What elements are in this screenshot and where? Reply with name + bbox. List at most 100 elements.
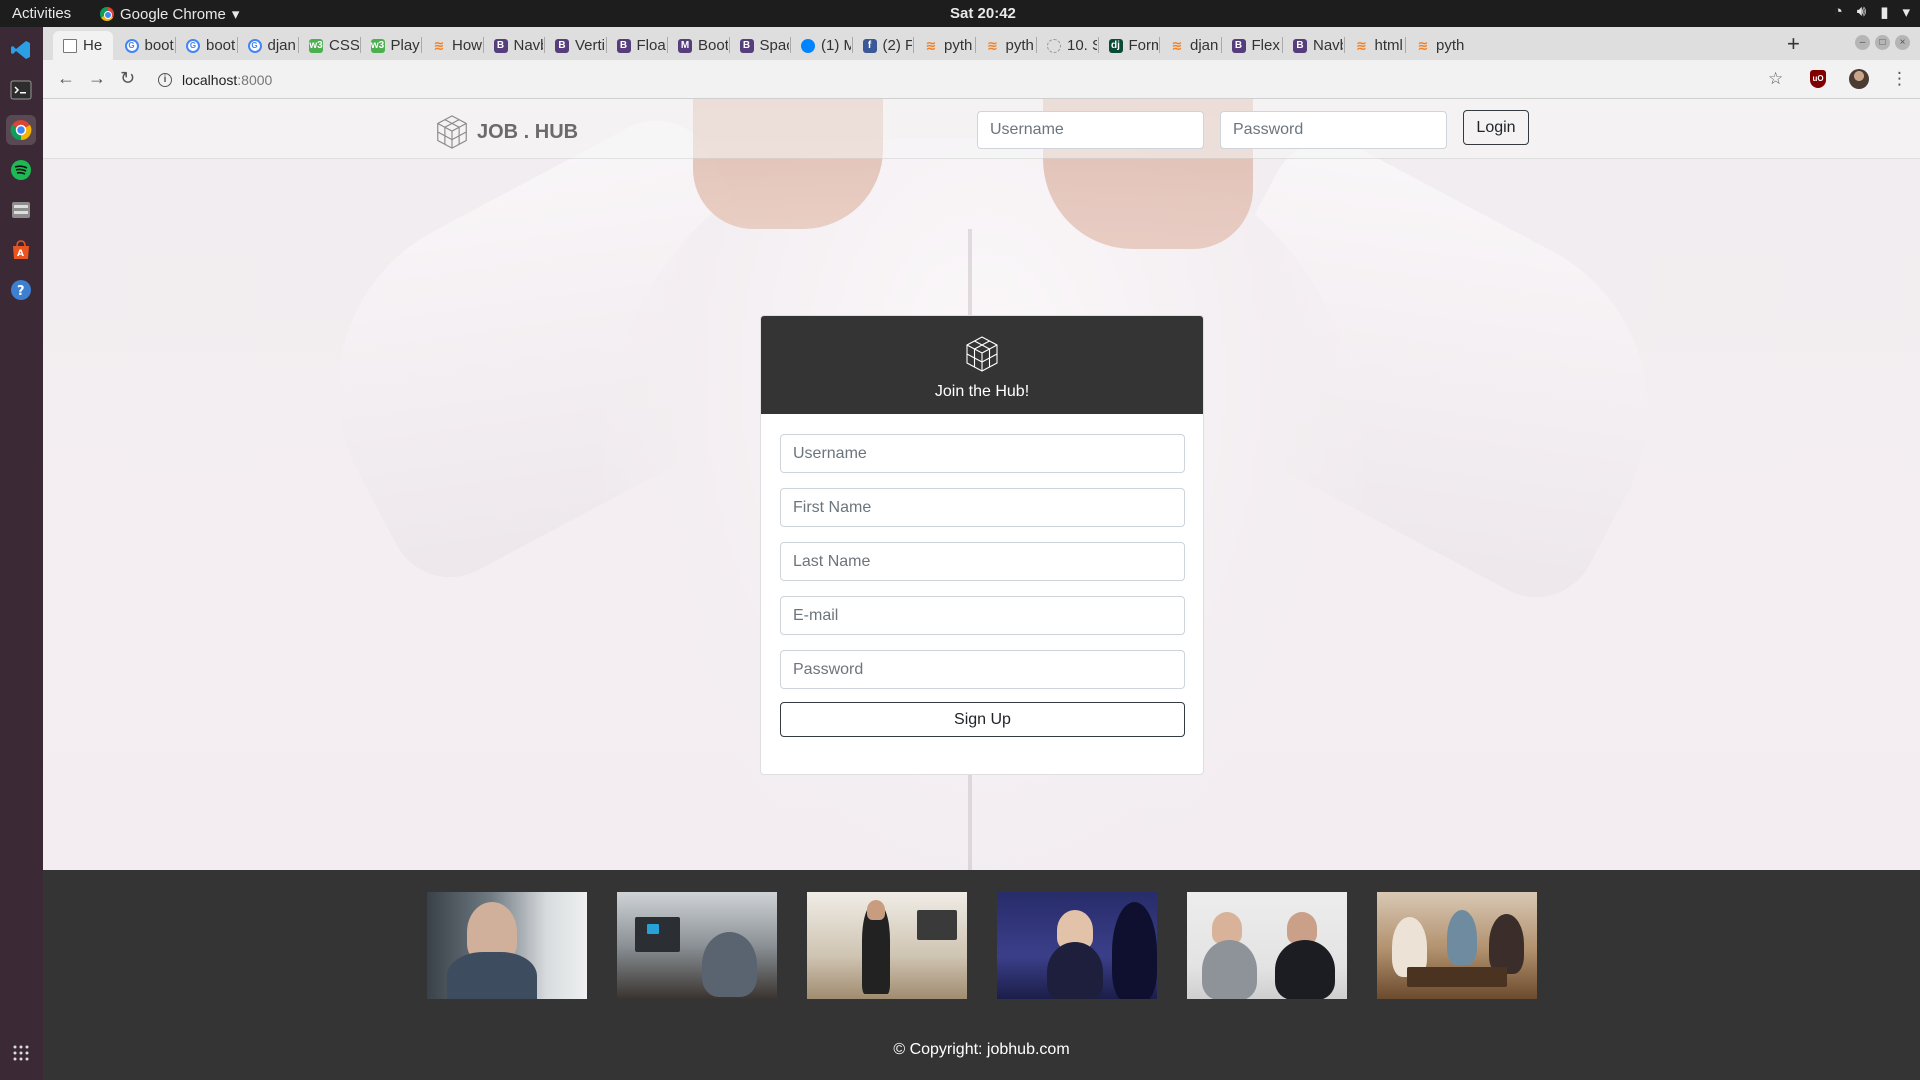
- spotify-launcher[interactable]: [6, 155, 36, 185]
- browser-tab[interactable]: f (2) Fa: [853, 31, 913, 60]
- back-arrow-icon[interactable]: ←: [57, 68, 75, 89]
- tab-label: (1) M: [821, 37, 851, 54]
- url-text[interactable]: localhost:8000: [182, 72, 272, 88]
- tab-label: Form: [1128, 37, 1159, 54]
- browser-tab[interactable]: w3 Playi: [361, 31, 420, 60]
- site-footer: © Copyright: jobhub.com: [43, 870, 1920, 1080]
- software-store-launcher[interactable]: A: [6, 235, 36, 265]
- info-icon[interactable]: i: [158, 72, 172, 87]
- bootstrap-favicon-icon: B: [555, 38, 569, 53]
- browser-tab[interactable]: Gdjan: [238, 31, 298, 60]
- app-dock: A ?: [0, 27, 43, 1080]
- tab-separator: [1343, 37, 1345, 53]
- grid-icon: [13, 1045, 29, 1061]
- browser-tab[interactable]: ≋ How: [422, 31, 482, 60]
- reload-icon[interactable]: ↻: [120, 68, 135, 89]
- tab-label: Verti: [575, 37, 605, 54]
- browser-tab[interactable]: w3 CSS v: [299, 31, 359, 60]
- footer-copyright: © Copyright: jobhub.com: [893, 1041, 1070, 1058]
- tab-label: Flex: [1251, 37, 1280, 54]
- stackoverflow-favicon-icon: ≋: [925, 37, 937, 53]
- django-favicon-icon: dj: [1108, 38, 1123, 53]
- activities-button[interactable]: Activities: [12, 5, 71, 22]
- signup-password-input[interactable]: [780, 650, 1185, 689]
- browser-tab[interactable]: B Spac: [730, 31, 789, 60]
- footer-photo-office-desks: [617, 892, 777, 999]
- nav-password-input[interactable]: [1220, 111, 1447, 149]
- browser-tab[interactable]: M Boot: [668, 31, 728, 60]
- browser-tab[interactable]: Gboot: [115, 31, 175, 60]
- tab-separator: [913, 37, 914, 53]
- tab-separator: [851, 37, 853, 53]
- signup-first-name-input[interactable]: [780, 488, 1185, 527]
- login-button[interactable]: Login: [1463, 110, 1529, 145]
- more-menu-icon[interactable]: ⋮: [1891, 69, 1908, 89]
- forward-arrow-icon[interactable]: →: [88, 68, 106, 89]
- minimize-button[interactable]: –: [1855, 35, 1870, 50]
- terminal-launcher[interactable]: [6, 75, 36, 105]
- signup-button[interactable]: Sign Up: [780, 702, 1185, 737]
- signup-email-input[interactable]: [780, 596, 1185, 635]
- doc-favicon-icon: [63, 38, 77, 53]
- bookmark-star-icon[interactable]: ☆: [1768, 69, 1783, 89]
- tab-separator: [1220, 37, 1222, 53]
- brand-link[interactable]: JOB . HUB: [433, 113, 578, 151]
- browser-tab[interactable]: ≋ pyth: [1406, 31, 1466, 60]
- tab-label: (2) Fa: [882, 37, 913, 54]
- vscode-launcher[interactable]: [6, 35, 36, 65]
- brand-name: JOB . HUB: [477, 120, 579, 143]
- nav-username-input[interactable]: [977, 111, 1204, 149]
- browser-tab[interactable]: 10. S: [1037, 31, 1097, 60]
- browser-tab[interactable]: B Float: [607, 31, 666, 60]
- tab-label: boot: [144, 37, 174, 54]
- browser-tab[interactable]: B Flex: [1222, 31, 1282, 60]
- tab-separator: [790, 37, 791, 53]
- battery-icon: ▮: [1880, 4, 1889, 21]
- new-tab-button[interactable]: +: [1787, 31, 1800, 57]
- footer-photo-meeting: [997, 892, 1157, 999]
- tab-active[interactable]: He×: [53, 31, 113, 60]
- browser-tab[interactable]: B Navb: [1283, 31, 1343, 60]
- browser-tab[interactable]: dj Form: [1099, 31, 1159, 60]
- system-tray[interactable]: ◔ 🔊︎ ▮ ▾: [1834, 3, 1910, 21]
- chrome-launcher[interactable]: [6, 115, 36, 145]
- blank-favicon-icon: [1047, 38, 1061, 53]
- signup-username-input[interactable]: [780, 434, 1185, 473]
- app-menu[interactable]: Google Chrome ▾: [100, 5, 239, 23]
- vscode-icon: [11, 41, 30, 59]
- system-clock[interactable]: Sat 20:42: [950, 5, 1016, 22]
- cube-logo-icon: [437, 115, 467, 149]
- site-navbar: JOB . HUB Login: [43, 99, 1920, 159]
- maximize-button[interactable]: □: [1875, 35, 1890, 50]
- svg-text:A: A: [17, 249, 24, 259]
- bootstrap-favicon-icon: B: [1231, 38, 1246, 53]
- profile-avatar[interactable]: [1849, 69, 1869, 89]
- system-top-bar: Activities Google Chrome ▾ Sat 20:42 ◔ 🔊…: [0, 0, 1920, 27]
- address-bar[interactable]: i localhost:8000: [158, 64, 1798, 95]
- tab-separator: [1282, 37, 1283, 53]
- tab-label: djan: [267, 37, 296, 54]
- browser-tab[interactable]: B Navb: [484, 31, 543, 60]
- browser-tab[interactable]: B Verti: [545, 31, 605, 60]
- tab-separator: [236, 37, 238, 53]
- tab-separator: [359, 37, 361, 53]
- browser-tab[interactable]: ≋ html: [1345, 31, 1405, 60]
- tab-label: pyth: [944, 37, 973, 54]
- files-launcher[interactable]: [6, 195, 36, 225]
- show-applications-button[interactable]: [6, 1038, 36, 1068]
- file-cabinet-icon: [12, 202, 30, 218]
- browser-tab[interactable]: Gboot: [176, 31, 236, 60]
- browser-tab[interactable]: (1) M: [791, 31, 851, 60]
- browser-tab[interactable]: ≋ pyth: [976, 31, 1036, 60]
- tab-separator: [605, 37, 607, 53]
- help-launcher[interactable]: ?: [6, 275, 36, 305]
- mdb-favicon-icon: M: [678, 38, 692, 53]
- browser-tab[interactable]: ≋ pyth: [914, 31, 974, 60]
- tab-label: html: [1374, 37, 1403, 54]
- signup-last-name-input[interactable]: [780, 542, 1185, 581]
- tab-strip: He×GbootGbootGdjanw3CSS vw3Playi≋HowBNav…: [43, 27, 1920, 60]
- stackoverflow-favicon-icon: ≋: [987, 37, 998, 53]
- ublock-extension-icon[interactable]: uO: [1810, 70, 1826, 88]
- browser-tab[interactable]: ≋ djan: [1160, 31, 1220, 60]
- close-window-button[interactable]: ×: [1895, 35, 1910, 50]
